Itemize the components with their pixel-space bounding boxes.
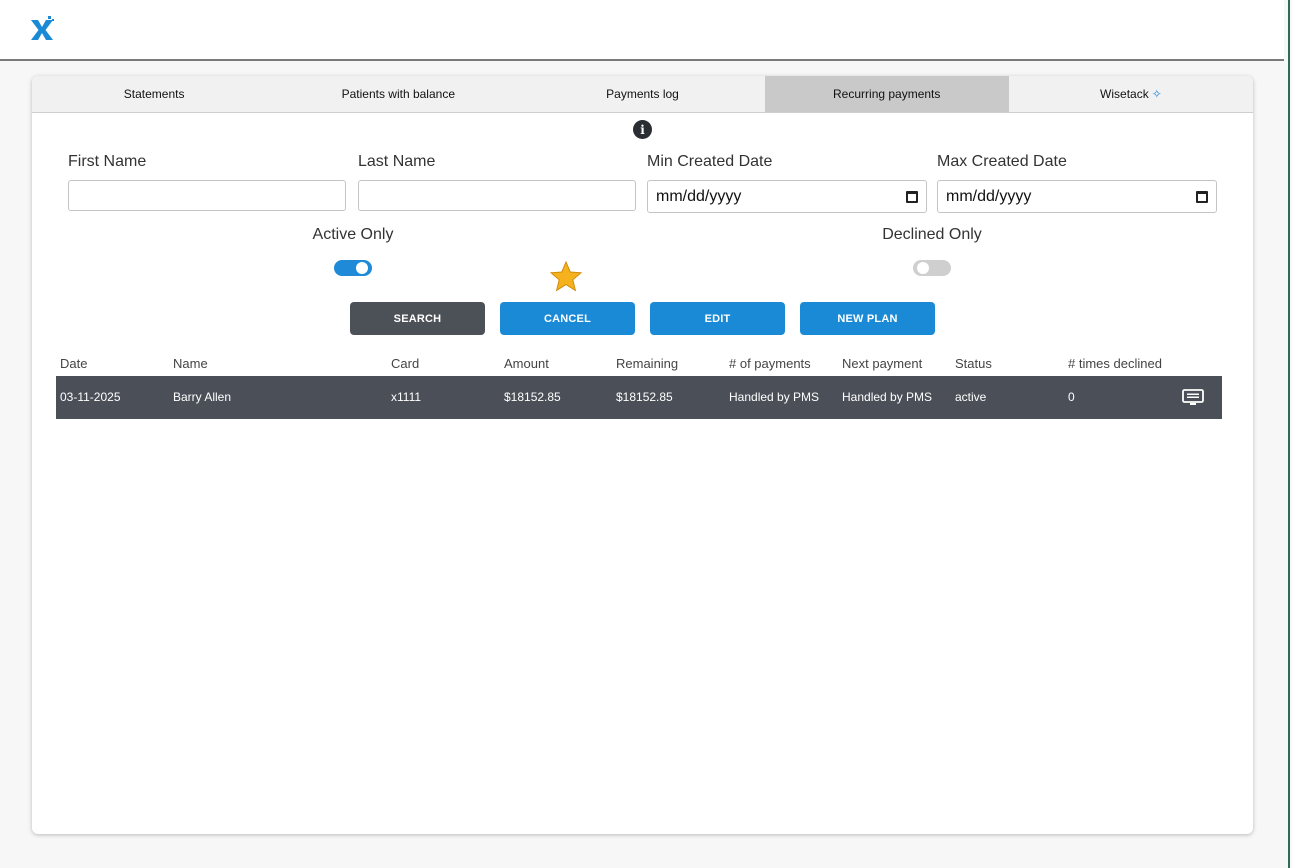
tab-label: Payments log: [606, 87, 679, 101]
sparkle-icon: ✧: [1151, 87, 1162, 101]
cell-status: active: [955, 390, 987, 404]
cell-card: x1111: [391, 390, 422, 404]
tab-patients-with-balance[interactable]: Patients with balance: [276, 76, 520, 112]
cell-amount: $18152.85: [504, 390, 561, 404]
column-header-remaining: Remaining: [616, 356, 679, 371]
message-icon[interactable]: [1182, 389, 1204, 406]
cell-times-declined: 0: [1068, 390, 1075, 404]
recurring-payments-card: Statements Patients with balance Payment…: [32, 76, 1253, 834]
cell-next-payment: Handled by PMS: [842, 390, 933, 404]
date-placeholder: mm/dd/yyyy: [656, 187, 742, 205]
cell-remaining: $18152.85: [616, 390, 673, 404]
toggle-knob: [917, 262, 929, 274]
tab-label: Statements: [123, 87, 185, 101]
column-header-times-declined: # times declined: [1068, 356, 1162, 371]
active-only-toggle[interactable]: [334, 260, 372, 276]
max-created-date-label: Max Created Date: [937, 153, 1067, 170]
column-header-next-payment: Next payment: [842, 356, 923, 371]
declined-only-label: Declined Only: [882, 226, 982, 243]
first-name-input[interactable]: [68, 180, 346, 211]
last-name-input[interactable]: [358, 180, 636, 211]
tab-label: Recurring payments: [833, 87, 941, 101]
column-header-name: Name: [173, 356, 208, 371]
toggle-knob: [356, 262, 368, 274]
app-header: [0, 0, 1284, 61]
search-button[interactable]: SEARCH: [350, 302, 485, 335]
table-row[interactable]: 03-11-2025 Barry Allen x1111 $18152.85 $…: [56, 376, 1222, 419]
last-name-label: Last Name: [358, 153, 436, 170]
tab-bar: Statements Patients with balance Payment…: [32, 76, 1253, 113]
x-logo-icon[interactable]: [28, 16, 56, 44]
info-icon[interactable]: i: [633, 120, 652, 139]
star-icon: [549, 260, 583, 292]
active-only-label: Active Only: [312, 226, 394, 243]
window-edge: [1288, 0, 1290, 868]
first-name-label: First Name: [68, 153, 147, 170]
column-header-date: Date: [60, 356, 88, 371]
declined-only-toggle[interactable]: [913, 260, 951, 276]
tab-label: Wisetack: [1100, 87, 1149, 101]
tab-label: Patients with balance: [341, 87, 455, 101]
tab-payments-log[interactable]: Payments log: [520, 76, 764, 112]
tab-recurring-payments[interactable]: Recurring payments: [764, 76, 1009, 112]
cancel-button[interactable]: CANCEL: [500, 302, 635, 335]
calendar-icon[interactable]: [906, 190, 918, 203]
column-header-amount: Amount: [504, 356, 549, 371]
column-header-card: Card: [391, 356, 420, 371]
min-created-date-input[interactable]: mm/dd/yyyy: [647, 180, 927, 213]
cell-name: Barry Allen: [173, 390, 232, 404]
max-created-date-input[interactable]: mm/dd/yyyy: [937, 180, 1217, 213]
table-header: Date Name Card Amount Remaining # of pay…: [56, 356, 1222, 376]
column-header-num-payments: # of payments: [729, 356, 811, 371]
new-plan-button[interactable]: NEW PLAN: [800, 302, 935, 335]
min-created-date-label: Min Created Date: [647, 153, 773, 170]
calendar-icon[interactable]: [1196, 190, 1208, 203]
date-placeholder: mm/dd/yyyy: [946, 187, 1032, 205]
tab-statements[interactable]: Statements: [32, 76, 276, 112]
edit-button[interactable]: EDIT: [650, 302, 785, 335]
column-header-status: Status: [955, 356, 992, 371]
cell-date: 03-11-2025: [60, 390, 121, 404]
cell-num-payments: Handled by PMS: [729, 390, 820, 404]
tab-wisetack[interactable]: Wisetack ✧: [1009, 76, 1253, 112]
